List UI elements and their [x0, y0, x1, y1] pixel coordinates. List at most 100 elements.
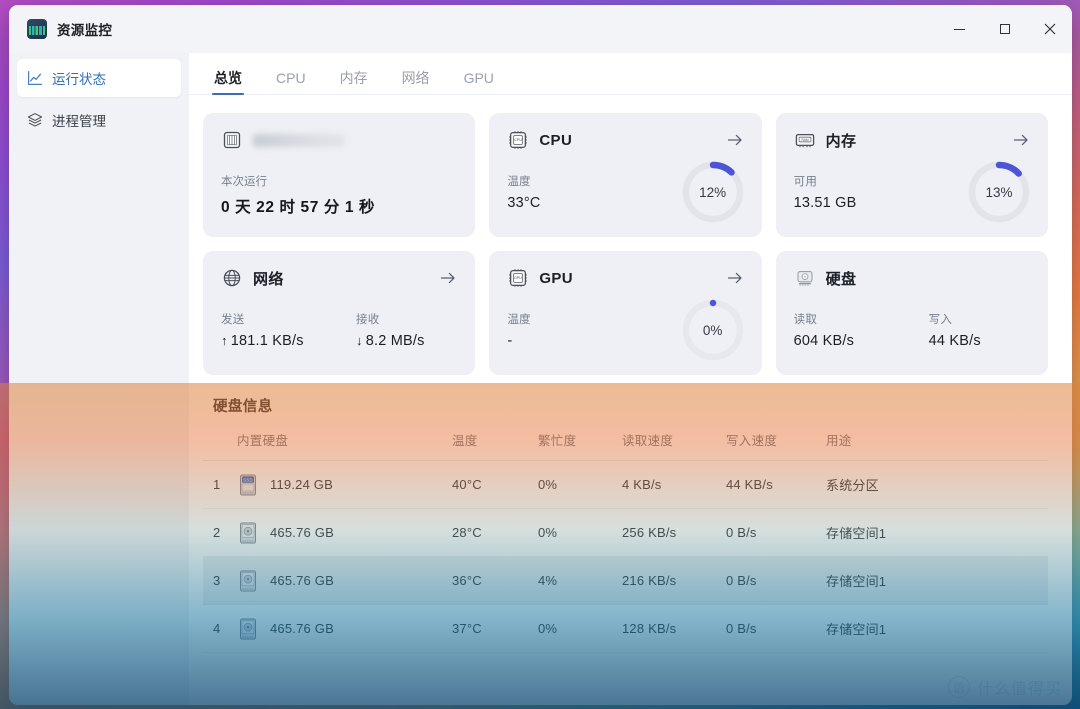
- metric-label: 接收: [356, 314, 380, 326]
- row-busy: 0%: [538, 604, 622, 653]
- row-usage: 存储空间1: [826, 604, 1048, 653]
- column-usage: 用途: [826, 430, 1048, 461]
- sidebar-item-running-status[interactable]: 运行状态: [17, 59, 181, 97]
- gauge-percent-label: 0%: [702, 322, 723, 338]
- row-index: 2: [203, 508, 237, 557]
- card-title: GPU: [539, 269, 574, 287]
- card-title-redacted: [253, 133, 345, 147]
- card-disk[interactable]: 硬盘 读取 604 KB/s 写入 44 KB/s: [775, 251, 1048, 375]
- overview-scroll-area: 本次运行 0 天 22 时 57 分 1 秒 CPU CPU 温度 33°C 1…: [189, 95, 1072, 705]
- card-network[interactable]: 网络 发送 ↑ 181.1 KB/s 接收 ↓ 8.2 MB/s: [203, 251, 476, 375]
- card-header: CPU CPU: [507, 129, 743, 151]
- tab-memory[interactable]: 内存: [323, 71, 385, 94]
- svg-text:CPU: CPU: [515, 138, 523, 142]
- table-body: 1 SSD 119.24 GB 40°C 0% 4 KB/s 44 KB/s 系…: [203, 460, 1048, 653]
- network-download-metric: 接收 ↓ 8.2 MB/s: [356, 311, 425, 349]
- minimize-button[interactable]: [937, 5, 982, 53]
- metric-value: ↓ 8.2 MB/s: [356, 333, 425, 349]
- sidebar: 运行状态 进程管理: [9, 53, 189, 705]
- maximize-button[interactable]: [982, 5, 1027, 53]
- metric-label: 温度: [507, 314, 531, 326]
- hdd-icon: [240, 522, 256, 543]
- table-row[interactable]: 4 465.76 GB 37°C 0% 128 KB/s 0 B/s 存储空间1: [203, 604, 1048, 653]
- metric-label: 温度: [507, 176, 531, 188]
- network-upload-metric: 发送 ↑ 181.1 KB/s: [221, 311, 356, 349]
- title-bar: 资源监控: [9, 5, 1072, 53]
- uptime-label: 本次运行: [221, 176, 267, 188]
- sidebar-item-label: 运行状态: [52, 72, 106, 87]
- tab-network[interactable]: 网络: [385, 71, 447, 94]
- minimize-icon: [954, 28, 965, 30]
- download-arrow-icon: ↓: [356, 333, 363, 348]
- card-memory[interactable]: RAM 内存 可用 13.51 GB 13%: [775, 113, 1048, 237]
- row-busy: 0%: [538, 508, 622, 557]
- row-capacity: 119.24 GB: [270, 477, 333, 492]
- card-cpu[interactable]: CPU CPU 温度 33°C 12%: [489, 113, 762, 237]
- metric-label: 写入: [928, 314, 953, 326]
- metric-value: -: [507, 333, 513, 349]
- sidebar-item-label: 进程管理: [52, 114, 106, 129]
- card-title: 网络: [253, 270, 284, 288]
- metric-label: 发送: [221, 314, 245, 326]
- card-metrics: 发送 ↑ 181.1 KB/s 接收 ↓ 8.2 MB/s: [221, 311, 457, 349]
- arrow-right-icon[interactable]: [726, 131, 744, 149]
- tab-overview[interactable]: 总览: [197, 71, 259, 95]
- upload-arrow-icon: ↑: [221, 333, 228, 348]
- card-title: 内存: [825, 132, 857, 150]
- gpu-usage-gauge: 0%: [680, 297, 746, 363]
- metric-label: 可用: [793, 176, 818, 188]
- table-row[interactable]: 1 SSD 119.24 GB 40°C 0% 4 KB/s 44 KB/s 系…: [203, 460, 1048, 509]
- row-capacity: 465.76 GB: [270, 525, 334, 540]
- close-button[interactable]: [1027, 5, 1072, 53]
- row-usage: 存储空间1: [826, 508, 1048, 557]
- watermark-mark: 值: [947, 676, 970, 698]
- arrow-right-icon[interactable]: [726, 269, 744, 287]
- cpu-chip-icon: CPU: [509, 131, 528, 149]
- metric-value: 33°C: [507, 195, 541, 211]
- layers-icon: [27, 113, 43, 127]
- row-write-speed: 0 B/s: [726, 604, 826, 653]
- table-row[interactable]: 2 465.76 GB 28°C 0% 256 KB/s 0 B/s 存储空间1: [203, 508, 1048, 557]
- table-row[interactable]: 3 465.76 GB 36°C 4% 216 KB/s 0 B/s 存储空间1: [203, 556, 1048, 605]
- chart-app-icon: [27, 18, 47, 39]
- gauge-percent-label: 13%: [985, 184, 1013, 200]
- metric-value: ↑ 181.1 KB/s: [221, 333, 356, 349]
- card-uptime[interactable]: 本次运行 0 天 22 时 57 分 1 秒: [203, 113, 476, 237]
- row-index: 3: [203, 556, 237, 605]
- cpu-temperature-metric: 温度 33°C: [507, 173, 540, 211]
- column-temperature: 温度: [452, 430, 538, 461]
- tab-cpu[interactable]: CPU: [259, 71, 323, 94]
- row-read-speed: 256 KB/s: [622, 508, 726, 557]
- arrow-right-icon[interactable]: [1012, 131, 1030, 149]
- window-controls: [937, 5, 1072, 53]
- app-title: 资源监控: [57, 22, 113, 38]
- card-header: GPU GPU: [507, 267, 743, 289]
- row-disk: 465.76 GB: [237, 556, 452, 605]
- row-write-speed: 0 B/s: [726, 556, 826, 605]
- metric-value: 13.51 GB: [793, 195, 857, 211]
- row-disk: 465.76 GB: [237, 508, 452, 557]
- svg-text:RAM: RAM: [801, 138, 808, 142]
- gpu-temperature-metric: 温度 -: [507, 311, 530, 349]
- row-read-speed: 128 KB/s: [622, 604, 726, 653]
- card-header: RAM 内存: [794, 129, 1030, 151]
- arrow-right-icon[interactable]: [439, 269, 457, 287]
- row-temperature: 40°C: [452, 460, 538, 509]
- upload-speed: 181.1 KB/s: [230, 333, 304, 349]
- tab-gpu[interactable]: GPU: [447, 71, 511, 94]
- row-disk: SSD 119.24 GB: [237, 460, 452, 509]
- disk-read-metric: 读取 604 KB/s: [794, 311, 929, 349]
- card-gpu[interactable]: GPU GPU 温度 - 0%: [489, 251, 762, 375]
- ram-icon: RAM: [795, 133, 814, 148]
- sidebar-item-process-manager[interactable]: 进程管理: [17, 101, 181, 139]
- memory-usage-gauge: 13%: [966, 159, 1032, 225]
- cpu-chip-icon: [223, 131, 241, 149]
- maximize-icon: [999, 24, 1010, 34]
- tab-bar: 总览 CPU 内存 网络 GPU: [189, 53, 1072, 95]
- row-temperature: 37°C: [452, 604, 538, 653]
- globe-icon: [223, 269, 241, 287]
- close-icon: [1044, 23, 1055, 35]
- svg-text:SSD: SSD: [243, 477, 253, 482]
- line-chart-icon: [28, 71, 42, 85]
- column-write-speed: 写入速度: [726, 430, 826, 461]
